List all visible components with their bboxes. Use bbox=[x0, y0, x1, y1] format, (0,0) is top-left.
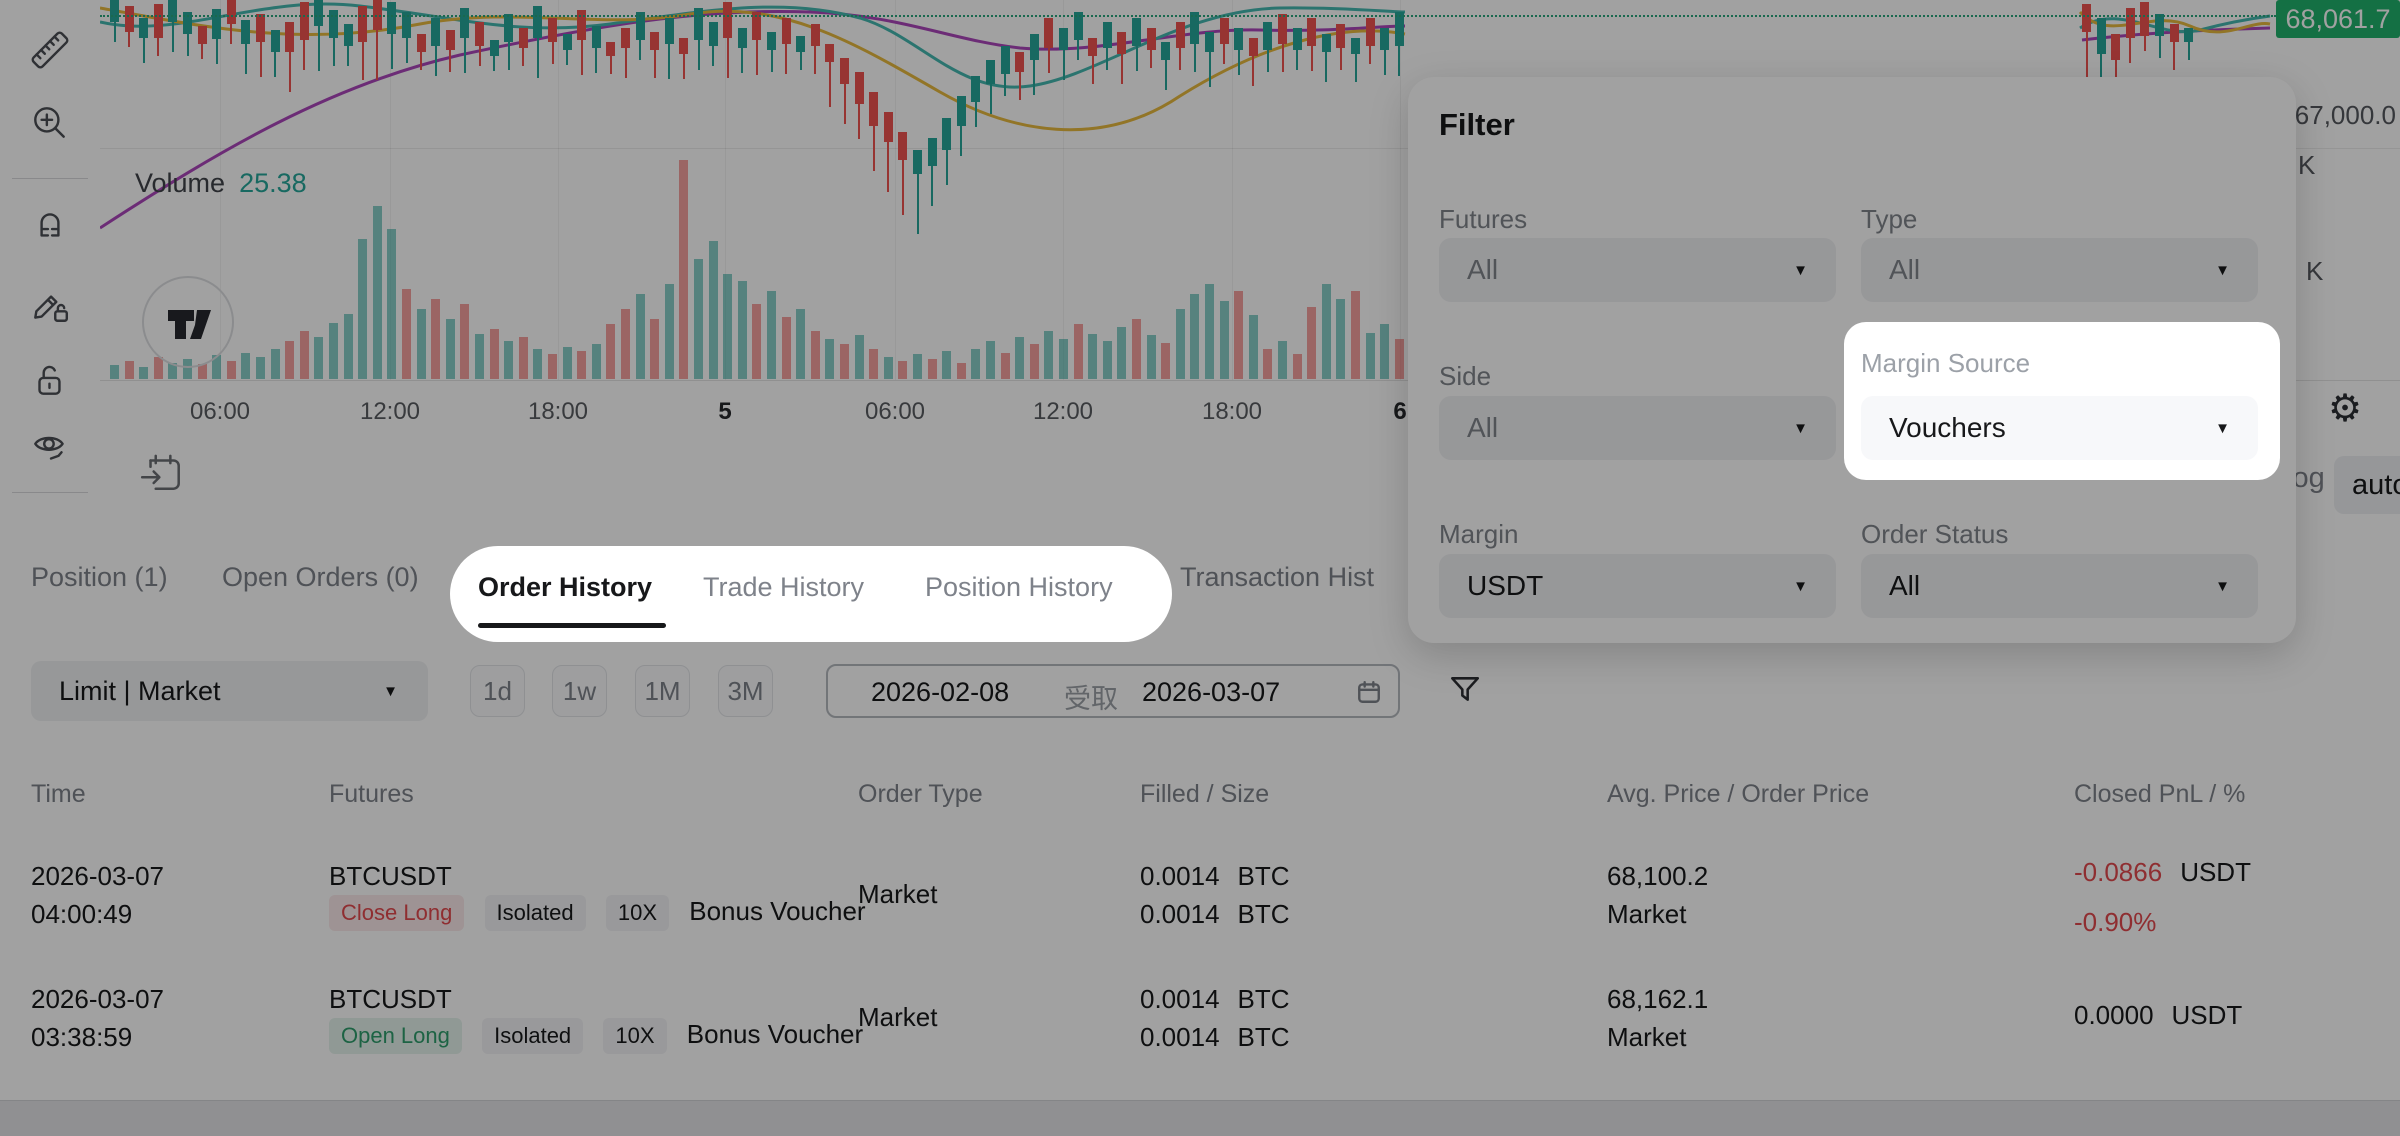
active-tab-underline bbox=[478, 623, 666, 628]
trading-app: 68,061.7 67,000.0 K K Volume25.38 ‹ 06:0… bbox=[0, 0, 2400, 1136]
chevron-down-icon: ▼ bbox=[2215, 420, 2230, 437]
tab-position-history[interactable]: Position History bbox=[925, 572, 1113, 603]
margin-source-dropdown[interactable]: Vouchers ▼ bbox=[1861, 396, 2258, 460]
tour-dim-overlay bbox=[0, 0, 2400, 1136]
margin-source-label: Margin Source bbox=[1861, 348, 2030, 379]
tab-trade-history[interactable]: Trade History bbox=[703, 572, 864, 603]
tabs-spotlight: Order History Trade History Position His… bbox=[450, 546, 1172, 642]
margin-source-spotlight: Margin Source Vouchers ▼ bbox=[1844, 322, 2280, 480]
tab-order-history[interactable]: Order History bbox=[478, 572, 652, 603]
